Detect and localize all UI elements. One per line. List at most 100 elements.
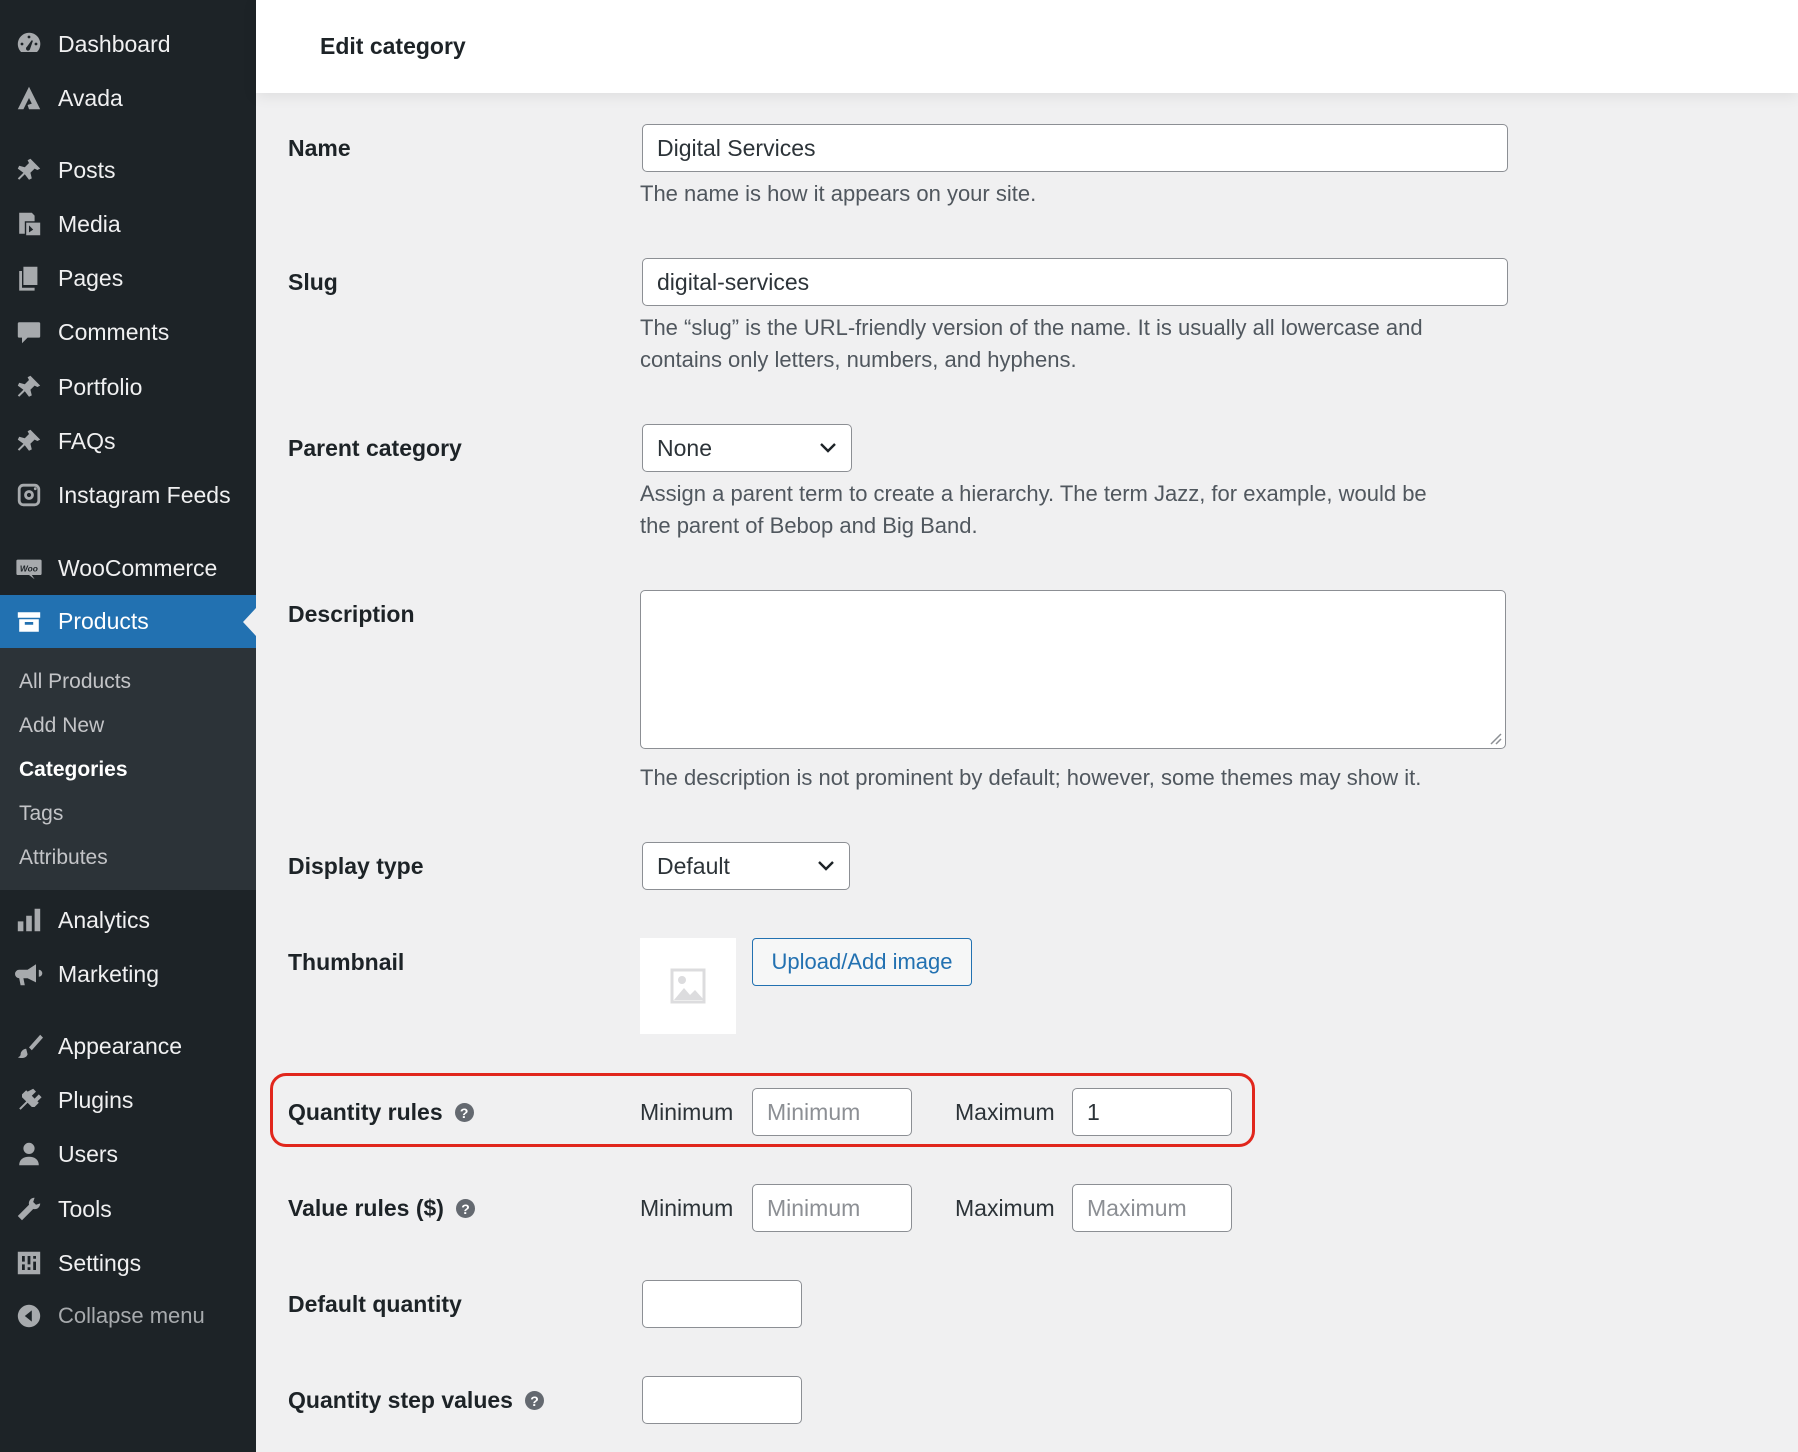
comment-icon — [14, 317, 44, 347]
resize-handle-icon[interactable] — [1488, 731, 1502, 745]
chevron-down-icon — [818, 861, 834, 871]
parent-category-label: Parent category — [288, 435, 462, 461]
menu-label: Comments — [58, 318, 170, 345]
menu-label: Marketing — [58, 960, 159, 987]
wrench-icon — [14, 1194, 44, 1224]
menu-label: Media — [58, 210, 121, 237]
menu-label: Plugins — [58, 1086, 134, 1113]
menu-label: FAQs — [58, 427, 116, 454]
menu-item-plugins[interactable]: Plugins — [0, 1073, 256, 1127]
value-max-input[interactable] — [1072, 1184, 1232, 1232]
menu-item-avada[interactable]: Avada — [0, 71, 256, 125]
parent-category-description: Assign a parent term to create a hierarc… — [640, 481, 1427, 538]
quantity-max-input[interactable] — [1072, 1088, 1232, 1136]
submenu-add-new[interactable]: Add New — [19, 714, 104, 738]
slug-input[interactable] — [642, 258, 1508, 306]
menu-item-posts[interactable]: Posts — [0, 143, 256, 197]
pin-icon — [14, 155, 44, 185]
value-rules-label: Value rules ($) ? — [288, 1195, 475, 1222]
default-quantity-input[interactable] — [642, 1280, 802, 1328]
menu-label: WooCommerce — [58, 554, 218, 581]
parent-category-select[interactable]: None — [642, 424, 852, 472]
help-icon[interactable]: ? — [524, 1391, 544, 1410]
media-icon — [14, 209, 44, 239]
help-icon[interactable]: ? — [455, 1199, 475, 1218]
quantity-step-label: Quantity step values ? — [288, 1387, 544, 1414]
instagram-icon — [14, 480, 44, 510]
menu-item-dashboard[interactable]: Dashboard — [0, 17, 256, 71]
pages-icon — [14, 263, 44, 293]
collapse-label: Collapse menu — [58, 1303, 205, 1328]
submenu-categories[interactable]: Categories — [19, 758, 128, 782]
chevron-down-icon — [820, 443, 836, 453]
description-textarea[interactable] — [640, 590, 1506, 749]
page-title: Edit category — [320, 33, 466, 59]
pin-icon — [14, 426, 44, 456]
quantity-min-input[interactable] — [752, 1088, 912, 1136]
menu-label: Portfolio — [58, 373, 143, 400]
chart-bar-icon — [14, 905, 44, 935]
submenu-tags[interactable]: Tags — [19, 802, 63, 826]
display-type-label: Display type — [288, 853, 424, 879]
menu-label: Posts — [58, 156, 116, 183]
display-type-select[interactable]: Default — [642, 842, 850, 890]
value-max-label: Maximum — [955, 1195, 1055, 1221]
name-description: The name is how it appears on your site. — [640, 181, 1037, 206]
archive-icon — [14, 607, 44, 637]
user-icon — [14, 1139, 44, 1169]
image-placeholder-icon — [670, 968, 706, 1004]
submenu-all-products[interactable]: All Products — [19, 670, 131, 694]
page-header: Edit category — [256, 0, 1798, 93]
woo-icon: Woo — [14, 553, 44, 583]
quantity-min-label: Minimum — [640, 1099, 734, 1125]
collapse-menu-button[interactable]: Collapse menu — [0, 1289, 256, 1343]
slug-label: Slug — [288, 269, 338, 295]
quantity-step-input[interactable] — [642, 1376, 802, 1424]
menu-item-woocommerce[interactable]: Woo WooCommerce — [0, 541, 256, 595]
menu-item-settings[interactable]: Settings — [0, 1236, 256, 1290]
menu-label: Settings — [58, 1249, 142, 1276]
menu-item-portfolio[interactable]: Portfolio — [0, 360, 256, 414]
slug-description: The “slug” is the URL-friendly version o… — [640, 315, 1423, 372]
menu-item-comments[interactable]: Comments — [0, 305, 256, 359]
avada-icon — [14, 83, 44, 113]
menu-item-media[interactable]: Media — [0, 197, 256, 251]
parent-category-value: None — [657, 434, 712, 461]
dashboard-icon — [14, 29, 44, 59]
name-input[interactable] — [642, 124, 1508, 172]
menu-label: Products — [58, 608, 149, 634]
menu-item-faqs[interactable]: FAQs — [0, 414, 256, 468]
menu-label: Instagram Feeds — [58, 481, 231, 508]
menu-label: Pages — [58, 264, 124, 291]
display-type-value: Default — [657, 852, 730, 879]
collapse-icon — [14, 1301, 44, 1331]
value-min-input[interactable] — [752, 1184, 912, 1232]
menu-label: Dashboard — [58, 30, 171, 57]
menu-item-tools[interactable]: Tools — [0, 1182, 256, 1236]
menu-label: Avada — [58, 84, 123, 111]
help-icon[interactable]: ? — [454, 1103, 474, 1122]
menu-item-users[interactable]: Users — [0, 1127, 256, 1181]
description-help: The description is not prominent by defa… — [640, 765, 1422, 790]
menu-item-pages[interactable]: Pages — [0, 251, 256, 305]
value-min-label: Minimum — [640, 1195, 734, 1221]
menu-item-instagram-feeds[interactable]: Instagram Feeds — [0, 468, 256, 522]
settings-icon — [14, 1248, 44, 1278]
quantity-rules-label: Quantity rules ? — [288, 1099, 474, 1126]
menu-item-marketing[interactable]: Marketing — [0, 947, 256, 1001]
menu-item-products[interactable]: Products — [0, 595, 256, 648]
products-submenu: All Products Add New Categories Tags Att… — [0, 648, 256, 890]
name-label: Name — [288, 135, 351, 161]
menu-label: Users — [58, 1140, 119, 1167]
menu-item-appearance[interactable]: Appearance — [0, 1019, 256, 1073]
submenu-attributes[interactable]: Attributes — [19, 846, 108, 870]
menu-item-analytics[interactable]: Analytics — [0, 893, 256, 947]
megaphone-icon — [14, 959, 44, 989]
quantity-max-label: Maximum — [955, 1099, 1055, 1125]
menu-label: Analytics — [58, 906, 151, 933]
default-quantity-label: Default quantity — [288, 1291, 462, 1317]
upload-image-button[interactable]: Upload/Add image — [752, 938, 972, 986]
menu-label: Appearance — [58, 1032, 183, 1059]
svg-text:Woo: Woo — [20, 564, 38, 574]
description-label: Description — [288, 601, 415, 627]
